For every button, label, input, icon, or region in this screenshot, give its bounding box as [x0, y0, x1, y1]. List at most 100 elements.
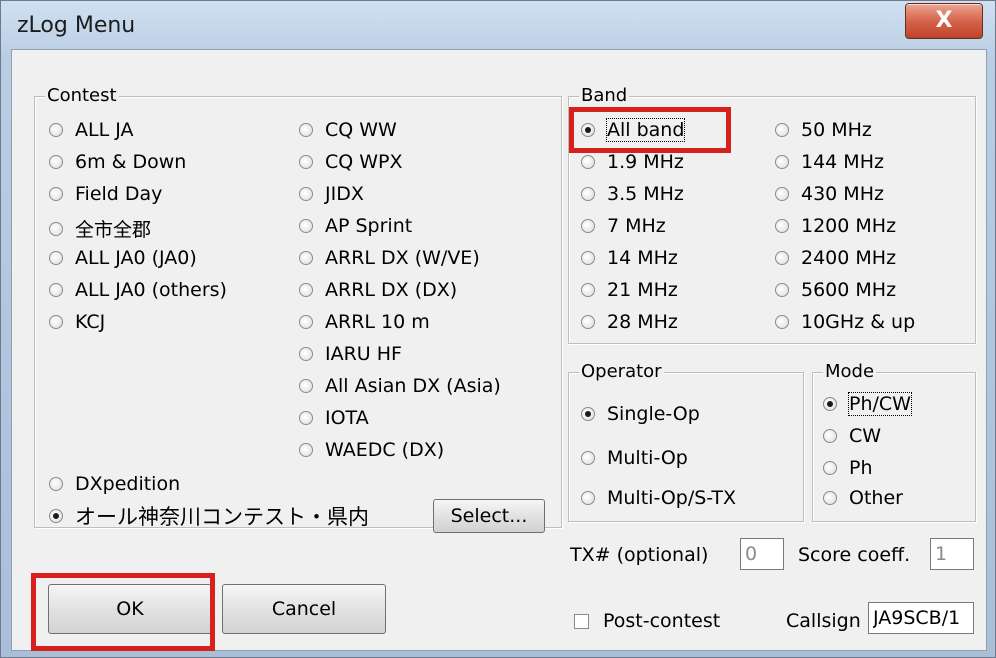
operator-option[interactable]: Multi-Op	[581, 447, 688, 469]
tx-label: TX# (optional)	[570, 544, 709, 566]
radio-icon	[581, 451, 595, 465]
contest-option[interactable]: ARRL DX (W/VE)	[299, 247, 480, 269]
mode-option[interactable]: Ph/CW	[823, 392, 912, 416]
radio-icon	[581, 155, 595, 169]
contest-option-dxpedition[interactable]: DXpedition	[49, 473, 180, 495]
option-label: ARRL DX (DX)	[325, 279, 458, 301]
option-label: 430 MHz	[801, 183, 884, 205]
score-label: Score coeff.	[798, 544, 911, 566]
radio-icon	[299, 315, 313, 329]
radio-icon	[299, 379, 313, 393]
option-label: Multi-Op	[607, 447, 688, 469]
checkbox-icon	[574, 613, 589, 629]
radio-icon	[49, 155, 63, 169]
band-option[interactable]: 50 MHz	[775, 119, 872, 141]
band-option[interactable]: 10GHz & up	[775, 311, 915, 333]
contest-option[interactable]: AP Sprint	[299, 215, 412, 237]
score-field[interactable]	[930, 538, 974, 570]
option-label: 21 MHz	[607, 279, 678, 301]
option-label: CW	[849, 425, 882, 447]
radio-icon	[49, 187, 63, 201]
band-option-all[interactable]: All band	[581, 118, 686, 142]
radio-icon	[823, 429, 837, 443]
contest-option[interactable]: 全市全郡	[49, 215, 151, 242]
option-label: WAEDC (DX)	[325, 439, 445, 461]
band-option[interactable]: 144 MHz	[775, 151, 884, 173]
option-label: Multi-Op/S-TX	[607, 487, 737, 509]
window-title: zLog Menu	[17, 13, 136, 38]
band-option[interactable]: 1.9 MHz	[581, 151, 684, 173]
operator-legend: Operator	[579, 361, 664, 382]
title-bar[interactable]: zLog Menu X	[1, 1, 995, 49]
cancel-button[interactable]: Cancel	[222, 584, 386, 634]
option-label: Ph	[849, 457, 873, 479]
callsign-field[interactable]	[868, 602, 974, 634]
option-label: IARU HF	[325, 343, 402, 365]
radio-icon	[823, 491, 837, 505]
band-option[interactable]: 28 MHz	[581, 311, 678, 333]
option-label: 1.9 MHz	[607, 151, 684, 173]
contest-option[interactable]: KCJ	[49, 311, 105, 333]
band-option[interactable]: 3.5 MHz	[581, 183, 684, 205]
band-option[interactable]: 5600 MHz	[775, 279, 896, 301]
band-option[interactable]: 7 MHz	[581, 215, 666, 237]
contest-option[interactable]: CQ WPX	[299, 151, 403, 173]
option-label: 6m & Down	[75, 151, 187, 173]
option-label: AP Sprint	[325, 215, 413, 237]
contest-option[interactable]: IOTA	[299, 407, 369, 429]
band-option[interactable]: 430 MHz	[775, 183, 884, 205]
post-contest-checkbox[interactable]: Post-contest	[574, 610, 720, 632]
radio-icon	[581, 315, 595, 329]
option-label: IOTA	[325, 407, 369, 429]
option-label: 全市全郡	[75, 219, 152, 241]
radio-icon	[775, 283, 789, 297]
option-label: 28 MHz	[607, 311, 678, 333]
radio-icon	[299, 123, 313, 137]
contest-option-selected[interactable]: オール神奈川コンテスト・県内	[49, 501, 369, 531]
contest-option[interactable]: WAEDC (DX)	[299, 439, 444, 461]
contest-option[interactable]: ARRL DX (DX)	[299, 279, 457, 301]
mode-option[interactable]: Ph	[823, 457, 873, 479]
dialog-body: Contest ALL JA 6m & Down Field Day 全市全郡 …	[11, 49, 987, 651]
radio-icon	[49, 123, 63, 137]
operator-option[interactable]: Single-Op	[581, 403, 700, 425]
radio-icon	[581, 491, 595, 505]
tx-field[interactable]	[740, 538, 784, 570]
contest-group: Contest ALL JA 6m & Down Field Day 全市全郡 …	[34, 85, 562, 533]
mode-option[interactable]: Other	[823, 487, 903, 509]
option-label: CQ WPX	[325, 151, 403, 173]
contest-option[interactable]: CQ WW	[299, 119, 397, 141]
contest-option[interactable]: All Asian DX (Asia)	[299, 375, 501, 397]
contest-option[interactable]: ALL JA	[49, 119, 133, 141]
band-option[interactable]: 1200 MHz	[775, 215, 896, 237]
contest-option[interactable]: ARRL 10 m	[299, 311, 430, 333]
select-button[interactable]: Select...	[433, 499, 545, 533]
radio-icon	[49, 251, 63, 265]
option-label: 144 MHz	[801, 151, 884, 173]
contest-option[interactable]: 6m & Down	[49, 151, 186, 173]
callsign-label: Callsign	[786, 610, 861, 632]
ok-button[interactable]: OK	[48, 584, 212, 634]
contest-option[interactable]: ALL JA0 (JA0)	[49, 247, 197, 269]
mode-legend: Mode	[823, 361, 877, 382]
contest-option[interactable]: ALL JA0 (others)	[49, 279, 227, 301]
radio-icon	[775, 155, 789, 169]
radio-icon	[775, 315, 789, 329]
option-label: Other	[849, 487, 903, 509]
close-button[interactable]: X	[905, 3, 983, 39]
band-option[interactable]: 14 MHz	[581, 247, 678, 269]
option-label: オール神奈川コンテスト・県内	[75, 505, 369, 529]
close-icon: X	[935, 8, 953, 33]
contest-option[interactable]: IARU HF	[299, 343, 402, 365]
radio-icon	[299, 347, 313, 361]
band-option[interactable]: 21 MHz	[581, 279, 678, 301]
option-label: ALL JA0 (JA0)	[75, 247, 197, 269]
contest-option[interactable]: JIDX	[299, 183, 364, 205]
radio-icon	[581, 187, 595, 201]
radio-selected-icon	[49, 509, 63, 523]
option-label: 1200 MHz	[801, 215, 897, 237]
mode-option[interactable]: CW	[823, 425, 881, 447]
contest-option[interactable]: Field Day	[49, 183, 162, 205]
band-option[interactable]: 2400 MHz	[775, 247, 896, 269]
operator-option[interactable]: Multi-Op/S-TX	[581, 487, 736, 509]
